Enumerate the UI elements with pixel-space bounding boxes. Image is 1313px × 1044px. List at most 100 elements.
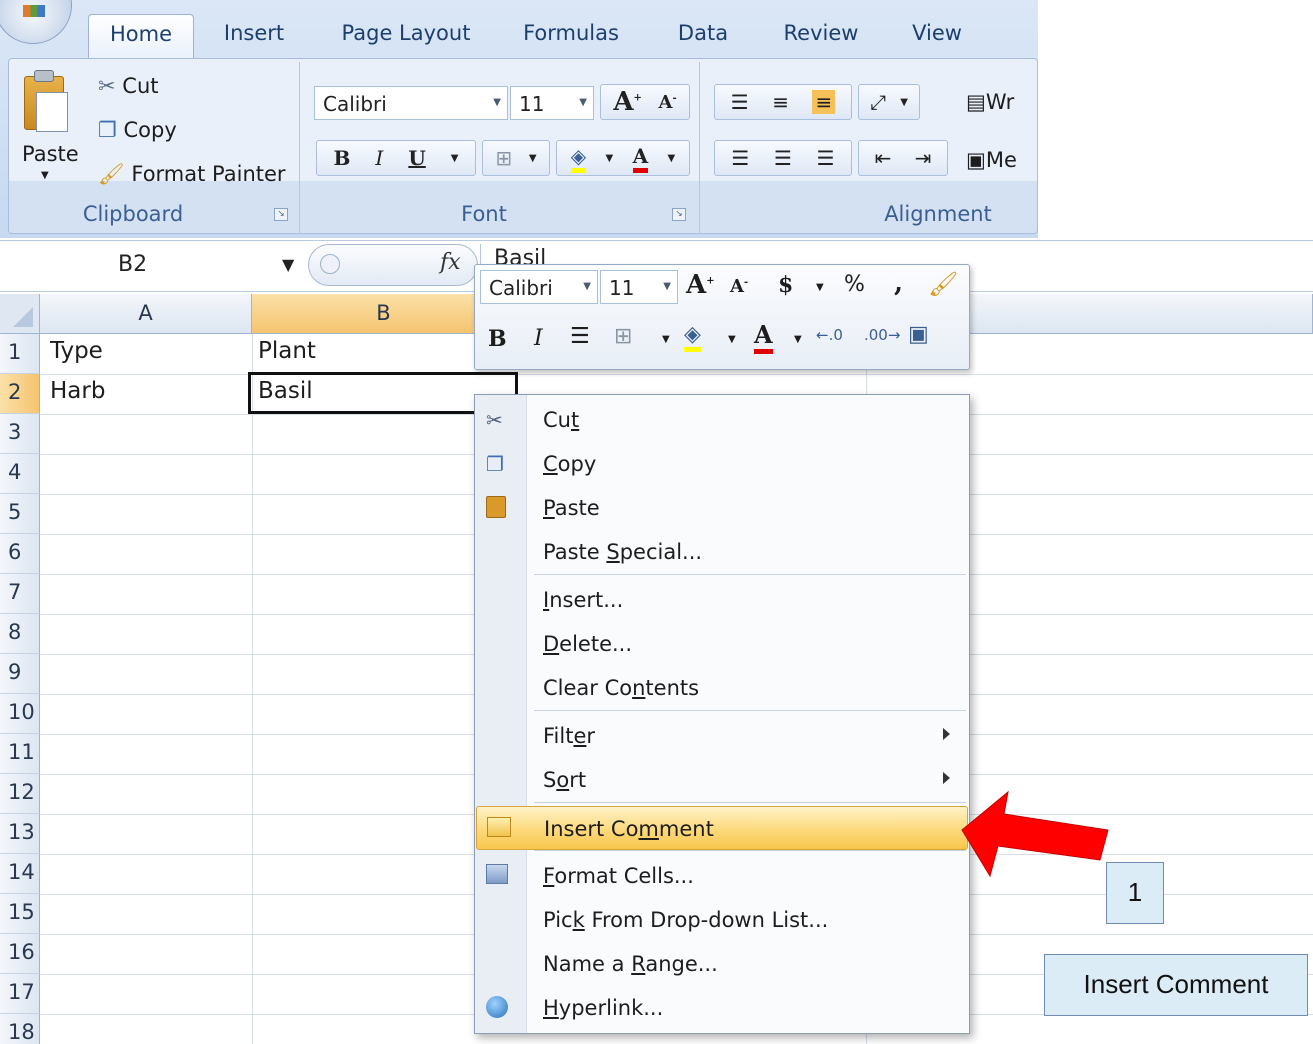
format-painter-button[interactable]: 🖌 Format Painter — [98, 162, 286, 187]
fill-color-icon[interactable]: ◈ — [570, 144, 587, 173]
menu-item-hyperlink[interactable]: Hyperlink... — [476, 986, 968, 1030]
menu-item-paste[interactable]: Paste — [476, 486, 968, 530]
row-header-7[interactable]: 7 — [0, 574, 40, 614]
select-all-corner[interactable] — [0, 294, 40, 334]
chevron-down-icon[interactable]: ▼ — [668, 153, 676, 164]
row-header-15[interactable]: 15 — [0, 894, 40, 934]
row-header-12[interactable]: 12 — [0, 774, 40, 814]
row-header-11[interactable]: 11 — [0, 734, 40, 774]
underline-button[interactable]: U — [408, 146, 425, 170]
menu-item-copy[interactable]: ❐ Copy — [476, 442, 968, 486]
menu-item-delete[interactable]: Delete... — [476, 622, 968, 666]
paste-dropdown-arrow-icon[interactable]: ▼ — [41, 170, 49, 181]
tab-page-layout[interactable]: Page Layout — [326, 14, 486, 58]
clipboard-launcher-icon[interactable]: ↘ — [274, 208, 288, 221]
menu-item-insert-comment[interactable]: Insert Comment — [476, 806, 968, 850]
mini-font-size-combo[interactable]: 11 ▼ — [600, 270, 678, 304]
chevron-down-icon[interactable]: ▼ — [451, 153, 459, 164]
mini-currency-button[interactable]: $ — [778, 272, 793, 298]
mini-shrink-font-icon[interactable]: A- — [730, 276, 748, 297]
font-name-combo[interactable]: Calibri ▼ — [314, 86, 508, 120]
menu-item-filter[interactable]: Filter — [476, 714, 968, 758]
menu-item-pick-from-drop-down-list[interactable]: Pick From Drop-down List... — [476, 898, 968, 942]
insert-function-button[interactable]: fx — [440, 250, 461, 275]
orientation-button[interactable]: ⤢ ▼ — [858, 84, 920, 120]
chevron-down-icon[interactable]: ▼ — [728, 334, 736, 345]
tab-home[interactable]: Home — [88, 14, 194, 58]
align-right-icon[interactable]: ☰ — [817, 146, 835, 170]
chevron-down-icon[interactable]: ▼ — [282, 255, 294, 274]
bold-button[interactable]: B — [334, 146, 351, 170]
row-header-4[interactable]: 4 — [0, 454, 40, 494]
align-top-icon[interactable]: ☰ — [731, 90, 749, 114]
paste-icon[interactable] — [22, 70, 70, 134]
chevron-down-icon[interactable]: ▼ — [662, 334, 670, 345]
copy-button[interactable]: ❐ Copy — [98, 118, 177, 142]
shrink-font-icon[interactable]: A- — [659, 92, 677, 113]
cut-button[interactable]: ✂ Cut — [98, 74, 159, 98]
menu-item-cut[interactable]: ✂ Cut — [476, 398, 968, 442]
font-size-combo[interactable]: 11 ▼ — [510, 86, 594, 120]
align-left-icon[interactable]: ☰ — [731, 146, 749, 170]
row-header-13[interactable]: 13 — [0, 814, 40, 854]
mini-comma-button[interactable]: , — [894, 268, 903, 298]
tab-view[interactable]: View — [892, 14, 982, 58]
cell-a1[interactable]: Type — [50, 338, 103, 364]
chevron-down-icon[interactable]: ▼ — [606, 153, 614, 164]
merge-center-button[interactable]: ▣Me — [966, 148, 1017, 172]
mini-grow-font-icon[interactable]: A+ — [686, 270, 715, 300]
row-header-14[interactable]: 14 — [0, 854, 40, 894]
mini-font-name-combo[interactable]: Calibri ▼ — [480, 270, 598, 304]
menu-item-sort[interactable]: Sort — [476, 758, 968, 802]
paste-button[interactable]: Paste — [22, 142, 79, 166]
chevron-down-icon[interactable]: ▼ — [816, 282, 824, 293]
menu-item-paste-special[interactable]: Paste Special... — [476, 530, 968, 574]
borders-button[interactable]: ⊞ ▼ — [482, 140, 550, 176]
mini-increase-decimal-icon[interactable]: ←.0 — [816, 326, 843, 344]
align-bottom-icon[interactable]: ≡ — [812, 90, 836, 114]
menu-item-format-cells[interactable]: Format Cells... — [476, 854, 968, 898]
column-header-a[interactable]: A — [40, 294, 252, 334]
row-header-3[interactable]: 3 — [0, 414, 40, 454]
italic-button[interactable]: I — [375, 146, 383, 170]
cell-a2[interactable]: Harb — [50, 378, 105, 404]
align-middle-icon[interactable]: ≡ — [772, 90, 789, 114]
decrease-indent-icon[interactable]: ⇤ — [875, 146, 892, 170]
tab-data[interactable]: Data — [660, 14, 746, 58]
font-launcher-icon[interactable]: ↘ — [672, 208, 686, 221]
row-header-8[interactable]: 8 — [0, 614, 40, 654]
mini-decrease-decimal-icon[interactable]: .00→ — [864, 326, 900, 344]
tab-review[interactable]: Review — [768, 14, 874, 58]
menu-item-name-a-range[interactable]: Name a Range... — [476, 942, 968, 986]
name-box[interactable] — [0, 246, 306, 286]
row-header-10[interactable]: 10 — [0, 694, 40, 734]
row-header-18[interactable]: 18 — [0, 1014, 40, 1044]
align-center-icon[interactable]: ☰ — [774, 146, 792, 170]
grow-font-icon[interactable]: A+ — [613, 87, 642, 117]
formula-expand-icon[interactable] — [320, 254, 340, 274]
mini-italic-button[interactable]: I — [534, 326, 543, 351]
wrap-text-button[interactable]: ▤Wr — [966, 90, 1014, 114]
row-header-1[interactable]: 1 — [0, 334, 40, 374]
row-header-17[interactable]: 17 — [0, 974, 40, 1014]
mini-merge-icon[interactable]: ▣ — [908, 322, 929, 347]
menu-item-insert[interactable]: Insert... — [476, 578, 968, 622]
mini-format-painter-icon[interactable]: 🖌 — [928, 270, 958, 298]
mini-bold-button[interactable]: B — [488, 326, 507, 352]
chevron-down-icon[interactable]: ▼ — [794, 334, 802, 345]
mini-center-icon[interactable]: ☰ — [570, 324, 590, 349]
row-header-2[interactable]: 2 — [0, 374, 40, 414]
cell-b1[interactable]: Plant — [258, 338, 316, 364]
mini-percent-button[interactable]: % — [844, 272, 865, 297]
mini-fill-color-icon[interactable]: ◈ — [684, 322, 701, 352]
font-color-icon[interactable]: A — [632, 144, 649, 173]
row-header-5[interactable]: 5 — [0, 494, 40, 534]
tab-formulas[interactable]: Formulas — [506, 14, 636, 58]
row-header-9[interactable]: 9 — [0, 654, 40, 694]
increase-indent-icon[interactable]: ⇥ — [915, 146, 932, 170]
mini-borders-icon[interactable]: ⊞ — [614, 324, 632, 349]
tab-insert[interactable]: Insert — [204, 14, 304, 58]
menu-item-clear-contents[interactable]: Clear Contents — [476, 666, 968, 710]
mini-font-color-icon[interactable]: A — [754, 320, 773, 354]
row-header-6[interactable]: 6 — [0, 534, 40, 574]
